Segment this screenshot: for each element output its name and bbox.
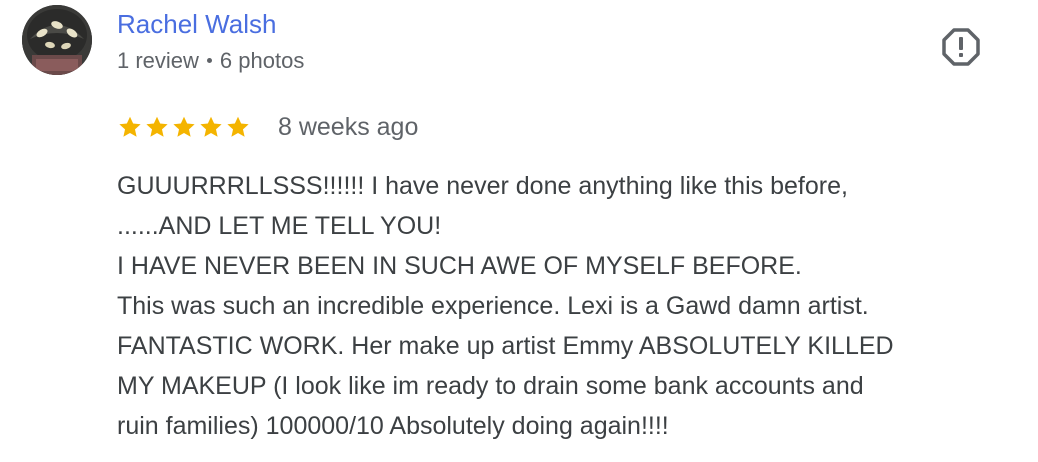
avatar[interactable] bbox=[22, 5, 92, 75]
author-meta: 1 review 6 photos bbox=[117, 47, 304, 75]
review-text-line: ruin families) 100000/10 Absolutely doin… bbox=[117, 412, 669, 440]
report-octagon-icon bbox=[942, 28, 980, 66]
star-icon bbox=[171, 114, 197, 140]
star-icon bbox=[117, 114, 143, 140]
separator-dot bbox=[206, 57, 212, 63]
review-text-line: I HAVE NEVER BEEN IN SUCH AWE OF MYSELF … bbox=[117, 252, 802, 280]
author-name[interactable]: Rachel Walsh bbox=[117, 8, 276, 40]
review-card: Rachel Walsh 1 review 6 photos 8 weeks a… bbox=[0, 0, 1038, 462]
review-text-line: GUUURRRLLSSS!!!!!! I have never done any… bbox=[117, 172, 848, 200]
review-date: 8 weeks ago bbox=[278, 113, 419, 141]
review-text-line: ......AND LET ME TELL YOU! bbox=[117, 212, 442, 240]
report-button[interactable] bbox=[941, 27, 981, 67]
review-count: 1 review bbox=[117, 48, 199, 73]
star-icon bbox=[225, 114, 251, 140]
photo-count: 6 photos bbox=[219, 48, 305, 73]
review-text-line: MY MAKEUP (I look like im ready to drain… bbox=[117, 372, 864, 400]
rating-row: 8 weeks ago bbox=[117, 111, 418, 143]
star-rating bbox=[117, 114, 251, 140]
review-text: GUUURRRLLSSS!!!!!! I have never done any… bbox=[117, 166, 1022, 446]
star-icon bbox=[198, 114, 224, 140]
star-icon bbox=[144, 114, 170, 140]
review-text-line: This was such an incredible experience. … bbox=[117, 292, 869, 320]
review-text-line: FANTASTIC WORK. Her make up artist Emmy … bbox=[117, 332, 894, 360]
avatar-image bbox=[22, 5, 92, 75]
